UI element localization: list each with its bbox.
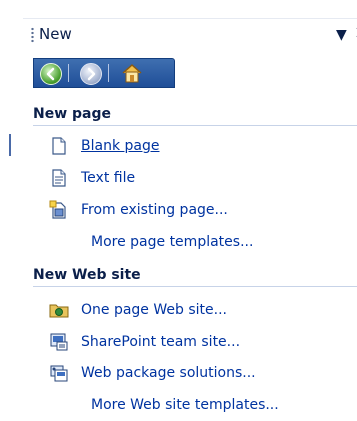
sharepoint-team-site-item[interactable]: SharePoint team site... [49,330,240,354]
one-page-web-site-item[interactable]: One page Web site... [49,298,227,322]
folder-web-icon [49,300,69,320]
pane-title: New [39,25,72,43]
nav-separator [68,64,69,82]
home-icon[interactable] [120,62,144,84]
existing-page-icon [49,200,69,220]
pane-menu-dropdown-icon[interactable]: ▼ [336,27,347,43]
top-divider [23,18,357,19]
grip-handle[interactable] [31,27,34,43]
text-file-item[interactable]: Text file [49,166,135,190]
more-web-site-templates-link[interactable]: More Web site templates... [91,397,279,413]
from-existing-page-link[interactable]: From existing page... [81,202,228,218]
web-package-solutions-link[interactable]: Web package solutions... [81,365,256,381]
web-package-icon [49,363,69,383]
task-pane: New ▼ × New page [23,0,357,421]
left-edge-marker [9,134,11,156]
from-existing-page-item[interactable]: From existing page... [49,198,228,222]
text-file-link[interactable]: Text file [81,170,135,186]
one-page-web-site-link[interactable]: One page Web site... [81,302,227,318]
navigation-bar [33,58,175,88]
section-heading-new-page: New page [33,106,112,122]
blank-page-icon [49,136,69,156]
back-arrow-icon[interactable] [40,63,62,85]
forward-arrow-icon[interactable] [80,63,102,85]
blank-page-item[interactable]: Blank page [49,134,159,158]
web-package-solutions-item[interactable]: Web package solutions... [49,361,256,385]
nav-separator [108,64,109,82]
blank-page-link[interactable]: Blank page [81,138,159,154]
section-divider [33,125,357,126]
left-strip [0,0,12,421]
section-heading-new-web-site: New Web site [33,267,141,283]
more-page-templates-link[interactable]: More page templates... [91,234,253,250]
section-divider [33,286,357,287]
text-file-icon [49,168,69,188]
sharepoint-team-site-link[interactable]: SharePoint team site... [81,334,240,350]
sharepoint-icon [49,332,69,352]
